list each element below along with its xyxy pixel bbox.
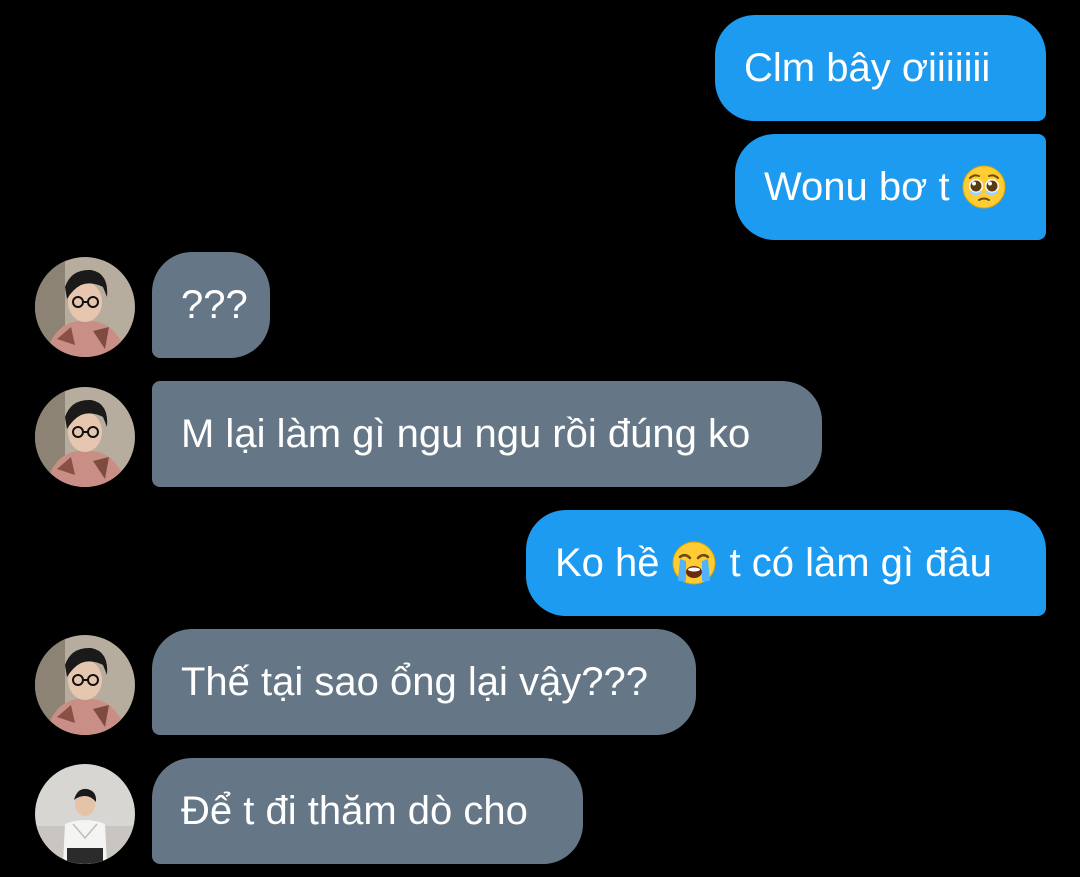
outgoing-message-bubble[interactable]: Clm bây ơiiiiiii bbox=[715, 15, 1046, 121]
message-text: Thế tại sao ổng lại vậy??? bbox=[181, 660, 648, 704]
outgoing-message-bubble[interactable]: Wonu bơ t bbox=[735, 134, 1046, 240]
message-text: Wonu bơ t bbox=[764, 165, 950, 209]
loudly-crying-face-emoji bbox=[672, 541, 716, 585]
message-text: Ko hề bbox=[555, 541, 660, 585]
message-text: M lại làm gì ngu ngu rồi đúng ko bbox=[181, 412, 751, 456]
incoming-message-bubble[interactable]: Để t đi thăm dò cho bbox=[152, 758, 583, 864]
contact-avatar[interactable] bbox=[35, 257, 135, 357]
outgoing-message-bubble[interactable]: Ko hề t có làm gì đâu bbox=[526, 510, 1046, 616]
incoming-message-bubble[interactable]: M lại làm gì ngu ngu rồi đúng ko bbox=[152, 381, 822, 487]
message-text: t có làm gì đâu bbox=[729, 541, 992, 585]
incoming-message-bubble[interactable]: Thế tại sao ổng lại vậy??? bbox=[152, 629, 696, 735]
pleading-face-emoji bbox=[962, 165, 1006, 209]
message-text: Để t đi thăm dò cho bbox=[181, 789, 528, 833]
message-text: ??? bbox=[181, 283, 248, 327]
contact-avatar[interactable] bbox=[35, 764, 135, 864]
contact-avatar[interactable] bbox=[35, 635, 135, 735]
incoming-message-bubble[interactable]: ??? bbox=[152, 252, 270, 358]
message-text: Clm bây ơiiiiiii bbox=[744, 46, 991, 90]
contact-avatar[interactable] bbox=[35, 387, 135, 487]
